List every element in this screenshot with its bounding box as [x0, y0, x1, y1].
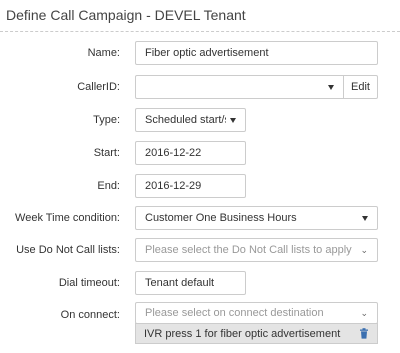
- trash-icon[interactable]: [359, 328, 369, 339]
- title-divider: [0, 31, 400, 32]
- caret-down-icon: [328, 84, 334, 90]
- chevron-down-icon: ⌄: [360, 244, 368, 255]
- on-connect-select[interactable]: Please select on connect destination ⌄: [135, 302, 378, 324]
- name-input-value: Fiber optic advertisement: [145, 47, 269, 59]
- week-time-select-value: Customer One Business Hours: [145, 212, 297, 224]
- on-connect-selected-item: IVR press 1 for fiber optic advertisemen…: [135, 323, 378, 344]
- on-connect-placeholder: Please select on connect destination: [145, 307, 324, 319]
- caret-down-icon: [230, 117, 236, 123]
- week-time-label: Week Time condition:: [15, 212, 120, 224]
- start-label: Start:: [93, 147, 120, 159]
- dial-timeout-value: Tenant default: [145, 277, 215, 289]
- start-date-input[interactable]: 2016-12-22: [135, 141, 246, 165]
- end-date-input[interactable]: 2016-12-29: [135, 174, 246, 198]
- type-label: Type:: [93, 114, 120, 126]
- type-select[interactable]: Scheduled start/sto: [135, 108, 246, 132]
- callerid-select[interactable]: [135, 75, 344, 99]
- name-label: Name:: [87, 47, 120, 59]
- on-connect-selected-label: IVR press 1 for fiber optic advertisemen…: [144, 327, 341, 340]
- callerid-label: CallerID:: [77, 81, 120, 93]
- dial-timeout-label: Dial timeout:: [58, 277, 120, 289]
- caret-down-icon: [362, 215, 368, 221]
- start-date-value: 2016-12-22: [145, 147, 202, 159]
- type-select-value: Scheduled start/sto: [145, 114, 226, 126]
- end-label: End:: [97, 180, 120, 192]
- dnc-placeholder: Please select the Do Not Call lists to a…: [145, 244, 352, 256]
- dial-timeout-input[interactable]: Tenant default: [135, 271, 246, 295]
- week-time-select[interactable]: Customer One Business Hours: [135, 206, 378, 230]
- dnc-multiselect[interactable]: Please select the Do Not Call lists to a…: [135, 238, 378, 262]
- callerid-edit-button[interactable]: Edit: [343, 75, 378, 99]
- on-connect-label: On connect:: [60, 309, 120, 321]
- chevron-down-icon: ⌄: [360, 307, 368, 318]
- dnc-label: Use Do Not Call lists:: [16, 244, 120, 256]
- end-date-value: 2016-12-29: [145, 180, 202, 192]
- name-input[interactable]: Fiber optic advertisement: [135, 41, 378, 65]
- page-title: Define Call Campaign - DEVEL Tenant: [6, 7, 246, 23]
